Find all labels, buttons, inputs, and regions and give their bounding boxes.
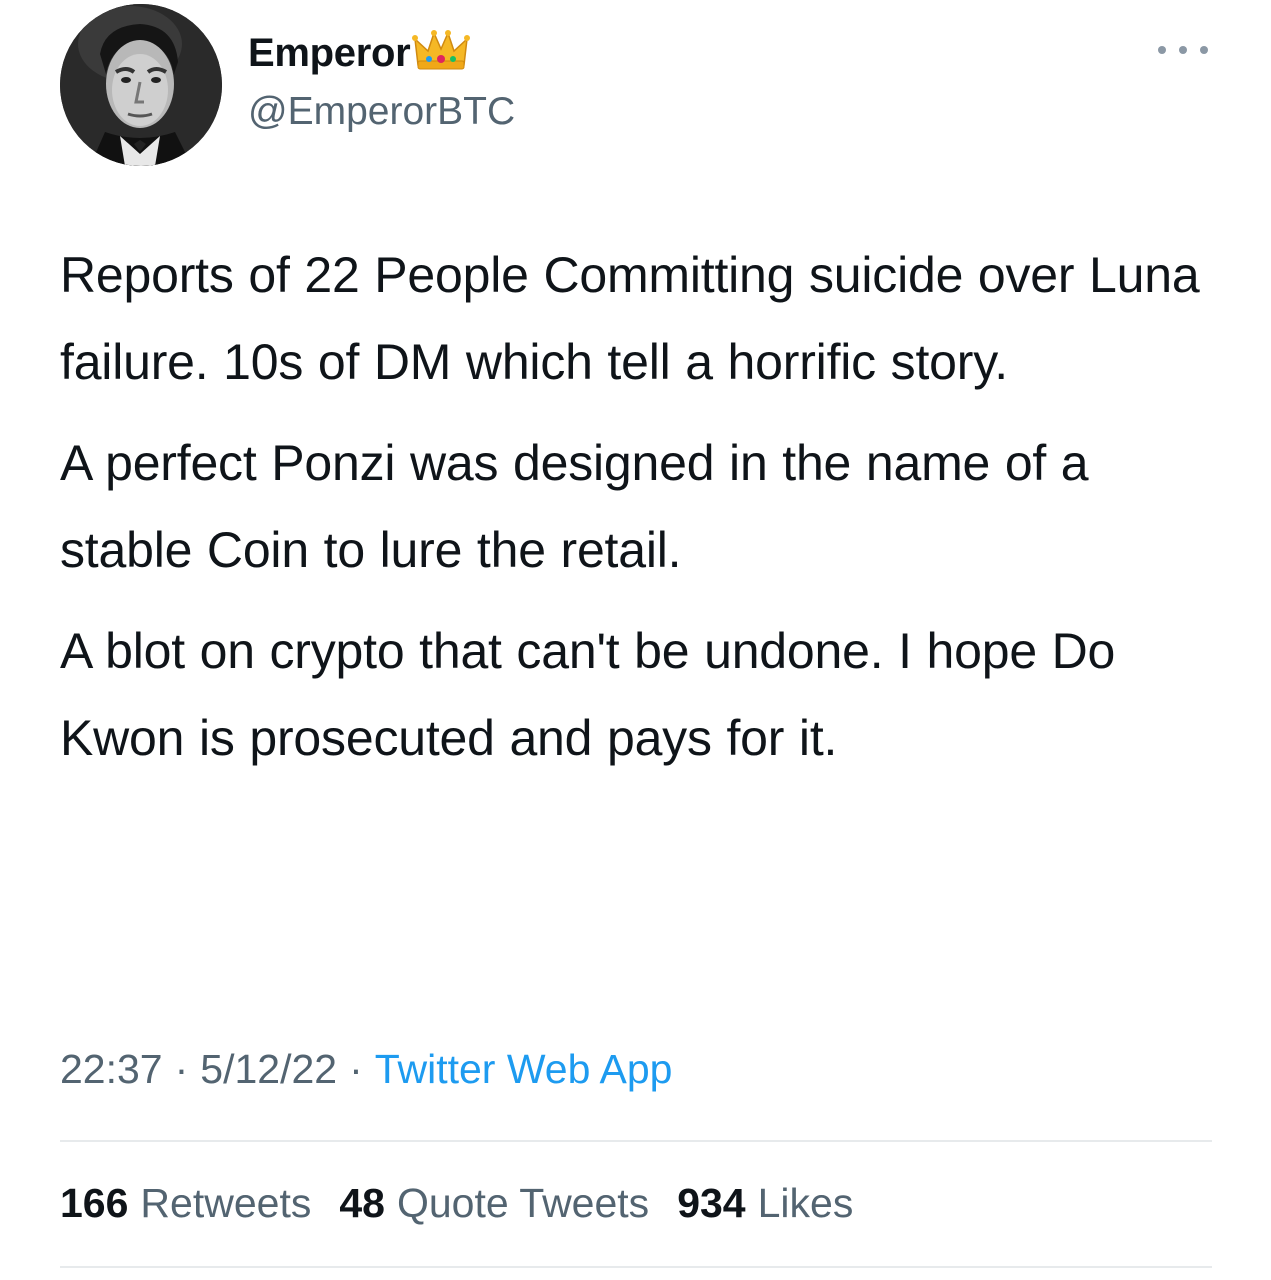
separator: · [174, 1046, 189, 1092]
display-name-row: Emperor [248, 28, 515, 78]
display-name[interactable]: Emperor [248, 31, 411, 76]
crown-icon [412, 30, 471, 70]
retweets-count: 166 [60, 1180, 129, 1226]
portrait-avatar [60, 4, 222, 166]
more-dots-icon[interactable] [1158, 38, 1208, 62]
tweet-header: Emperor @EmperorBTC [60, 0, 1220, 170]
avatar[interactable] [60, 4, 222, 166]
dot [1179, 46, 1187, 54]
author-names: Emperor @EmperorBTC [248, 28, 515, 134]
tweet-paragraph: A perfect Ponzi was designed in the name… [60, 435, 1089, 578]
retweets-label: Retweets [140, 1180, 312, 1226]
dot [1200, 46, 1208, 54]
tweet-source-link[interactable]: Twitter Web App [375, 1046, 673, 1092]
separator: · [349, 1046, 363, 1092]
quote-tweets-stat[interactable]: 48 Quote Tweets [339, 1180, 649, 1227]
tweet-stats: 166 Retweets 48 Quote Tweets 934 Likes [60, 1180, 881, 1227]
handle[interactable]: @EmperorBTC [248, 90, 515, 134]
tweet-date[interactable]: 5/12/22 [200, 1046, 337, 1092]
divider [60, 1266, 1212, 1268]
tweet-meta: 22:37 · 5/12/22 · Twitter Web App [60, 1046, 673, 1093]
tweet-text: Reports of 22 People Committing suicide … [60, 232, 1220, 796]
tweet-time[interactable]: 22:37 [60, 1046, 163, 1092]
tweet-paragraph: A blot on crypto that can't be undone. I… [60, 623, 1116, 766]
tweet-paragraph: Reports of 22 People Committing suicide … [60, 247, 1200, 390]
dot [1158, 46, 1166, 54]
likes-label: Likes [757, 1180, 854, 1226]
quote-tweets-count: 48 [339, 1180, 385, 1226]
quote-tweets-label: Quote Tweets [396, 1180, 650, 1226]
retweets-stat[interactable]: 166 Retweets [60, 1180, 311, 1227]
likes-stat[interactable]: 934 Likes [677, 1180, 853, 1227]
likes-count: 934 [677, 1180, 746, 1226]
divider [60, 1140, 1212, 1142]
